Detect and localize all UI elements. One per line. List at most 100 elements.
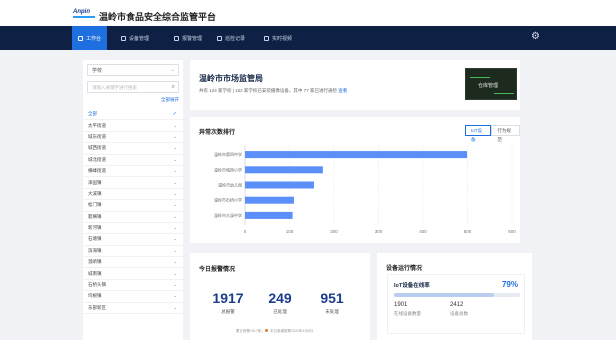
chevron-down-icon: ⌄	[173, 190, 177, 196]
gear-icon[interactable]: ⚙	[531, 32, 541, 42]
tree-item-label: 城北街道	[88, 156, 106, 162]
nav-item-live-video[interactable]: 实时视频	[258, 26, 298, 50]
search-icon[interactable]: ⌕	[172, 84, 175, 91]
x-tick-label: 300	[375, 229, 383, 234]
org-summary: 共有 124 家学校 | 152 家学校已安装摄像设备，其中 77 家已进行通检…	[199, 88, 347, 94]
school-select-value: 学校	[92, 68, 103, 74]
view-link[interactable]: 查看	[338, 88, 347, 93]
tree-item-label: 太平街道	[88, 122, 106, 128]
tree-item[interactable]: 温峤镇 ⌄	[83, 257, 183, 269]
tree-item[interactable]: 城东街道 ⌄	[83, 132, 183, 144]
alarm-footnote: 累计报警1917条 | 本日新增报警2022年4月8日	[236, 329, 313, 334]
device-status-card: 设备运行情况 IoT设备在线率 79% 1901 在线设备数量 2412 设备总…	[377, 253, 532, 340]
tree-item-label: 大溪镇	[88, 190, 102, 196]
tree-item[interactable]: 坞根镇 ⌄	[83, 291, 183, 303]
video-icon	[264, 35, 269, 41]
tree-item[interactable]: 东部新区 ⌄	[83, 303, 183, 315]
org-summary-text: 共有 124 家学校 | 152 家学校已安装摄像设备，其中 77 家已进行通检	[199, 88, 337, 93]
tree-item-label: 温峤镇	[88, 259, 102, 265]
region-tree: 全部 ✓ 太平街道 ⌄ 城东街道 ⌄ 城西街道 ⌄ 城北街道 ⌄ 横峰街道 ⌄ 泽国镇 ⌄ 大…	[83, 109, 183, 315]
sidebar: 学校 ⌄ 请输入关键字进行搜索 ⌕ 全部展开 全部 ✓ 太平街道 ⌄ 城东街道 ⌄ 城…	[83, 60, 183, 340]
app-title: 温岭市食品安全综合监管平台	[99, 12, 217, 22]
nav-item-device-management[interactable]: 设备管理	[115, 26, 155, 50]
tree-item-label: 松门镇	[88, 202, 102, 208]
total-count: 2412	[450, 302, 464, 308]
tree-item[interactable]: 横峰街道 ⌄	[83, 166, 183, 178]
tree-item[interactable]: 城南镇 ⌄	[83, 268, 183, 280]
tree-item-label: 泽国镇	[88, 179, 102, 185]
stat-value: 1917	[212, 290, 244, 306]
tree-item[interactable]: 城北街道 ⌄	[83, 155, 183, 166]
tree-item[interactable]: 城西街道 ⌄	[83, 143, 183, 155]
record-icon	[217, 35, 222, 41]
chevron-down-icon: ⌄	[173, 145, 177, 151]
tree-item[interactable]: 石塘镇 ⌄	[83, 234, 183, 246]
stat-label: 已处理	[273, 309, 287, 314]
nav-item-inspection-records[interactable]: 巡检记录	[211, 26, 251, 50]
x-tick-label: 0	[244, 229, 247, 234]
school-select[interactable]: 学校 ⌄	[87, 64, 179, 76]
chevron-down-icon: ⌄	[173, 259, 177, 265]
tree-item[interactable]: 松门镇 ⌄	[83, 200, 183, 212]
stat-unhandled: 951 未处理	[307, 290, 357, 315]
bar	[245, 166, 323, 174]
chevron-down-icon: ⌄	[173, 133, 177, 139]
stat-total-alarms: 1917 总报警	[203, 290, 253, 315]
anomaly-bar-chart: 0 100 200 300 400 500 600 温岭市第四中学温岭市城西小学温岭市幼儿园温…	[214, 145, 516, 234]
logo-underline	[73, 16, 95, 18]
expand-all-link[interactable]: 全部展开	[143, 97, 179, 103]
online-count: 1901	[394, 302, 408, 308]
tree-item-label: 箬横镇	[88, 213, 102, 219]
chevron-down-icon: ⌄	[173, 122, 177, 128]
tree-item[interactable]: 泽国镇 ⌄	[83, 177, 183, 189]
check-icon: ✓	[172, 111, 177, 118]
iot-online-title: IoT设备在线率	[394, 283, 430, 289]
tree-item-label: 城东街道	[88, 133, 106, 139]
nav-item-alarm-management[interactable]: 报警管理	[168, 26, 208, 50]
tree-item-label: 新河镇	[88, 225, 102, 231]
tree-item[interactable]: 太平街道 ⌄	[83, 120, 183, 132]
tree-item-label: 城西街道	[88, 145, 106, 151]
chevron-down-icon: ⌄	[173, 202, 177, 208]
nav-label: 工作台	[86, 35, 102, 42]
today-alarm-card: 今日报警情况 1917 总报警 249 已处理 951 未处理 累计报警1917…	[190, 253, 370, 340]
iot-online-percent: 79%	[501, 280, 518, 289]
stat-label: 总报警	[221, 309, 235, 314]
y-category-label: 温岭市第四中学	[214, 151, 242, 157]
chevron-down-icon: ⌄	[173, 293, 177, 299]
chevron-down-icon: ⌄	[170, 67, 175, 73]
x-tick-label: 100	[286, 229, 294, 234]
chevron-down-icon: ⌄	[173, 168, 177, 174]
nav-item-workbench[interactable]: 工作台	[72, 26, 108, 50]
stat-label: 未处理	[325, 309, 339, 314]
online-progress-fill	[394, 293, 494, 297]
tree-item[interactable]: 滨海镇 ⌄	[83, 246, 183, 258]
bar	[245, 196, 294, 204]
tree-item[interactable]: 箬横镇 ⌄	[83, 212, 183, 223]
nav-label: 设备管理	[129, 35, 150, 42]
video-thumbnail[interactable]: 仓库管理	[465, 68, 517, 100]
chevron-down-icon: ⌄	[173, 225, 177, 231]
y-category-label: 温岭市城西小学	[214, 166, 242, 172]
thumb-decor-line	[470, 77, 490, 78]
tree-item[interactable]: 石桥头镇 ⌄	[83, 280, 183, 292]
chevron-down-icon: ⌄	[173, 270, 177, 276]
thumbnail-label: 仓库管理	[478, 83, 499, 89]
online-progress-bar	[394, 293, 520, 297]
tree-item-all[interactable]: 全部 ✓	[83, 109, 183, 121]
card-title: 设备运行情况	[386, 266, 423, 272]
tree-item-label: 滨海镇	[88, 247, 102, 253]
stat-value: 249	[268, 290, 292, 306]
device-icon	[121, 35, 126, 41]
total-count-label: 设备总数	[450, 311, 468, 316]
tree-item[interactable]: 大溪镇 ⌄	[83, 189, 183, 201]
card-title: 今日报警情况	[199, 267, 236, 273]
tree-item[interactable]: 新河镇 ⌄	[83, 223, 183, 235]
x-tick-label: 200	[330, 229, 338, 234]
tree-item-label: 石桥头镇	[88, 282, 106, 288]
y-category-label: 温岭市幼儿园	[218, 182, 242, 188]
tree-item-label: 全部	[88, 111, 97, 117]
chevron-down-icon: ⌄	[173, 179, 177, 185]
search-input[interactable]: 请输入关键字进行搜索 ⌕	[87, 81, 179, 93]
main-nav: 工作台 设备管理 报警管理 巡检记录 实时视频	[0, 26, 616, 50]
